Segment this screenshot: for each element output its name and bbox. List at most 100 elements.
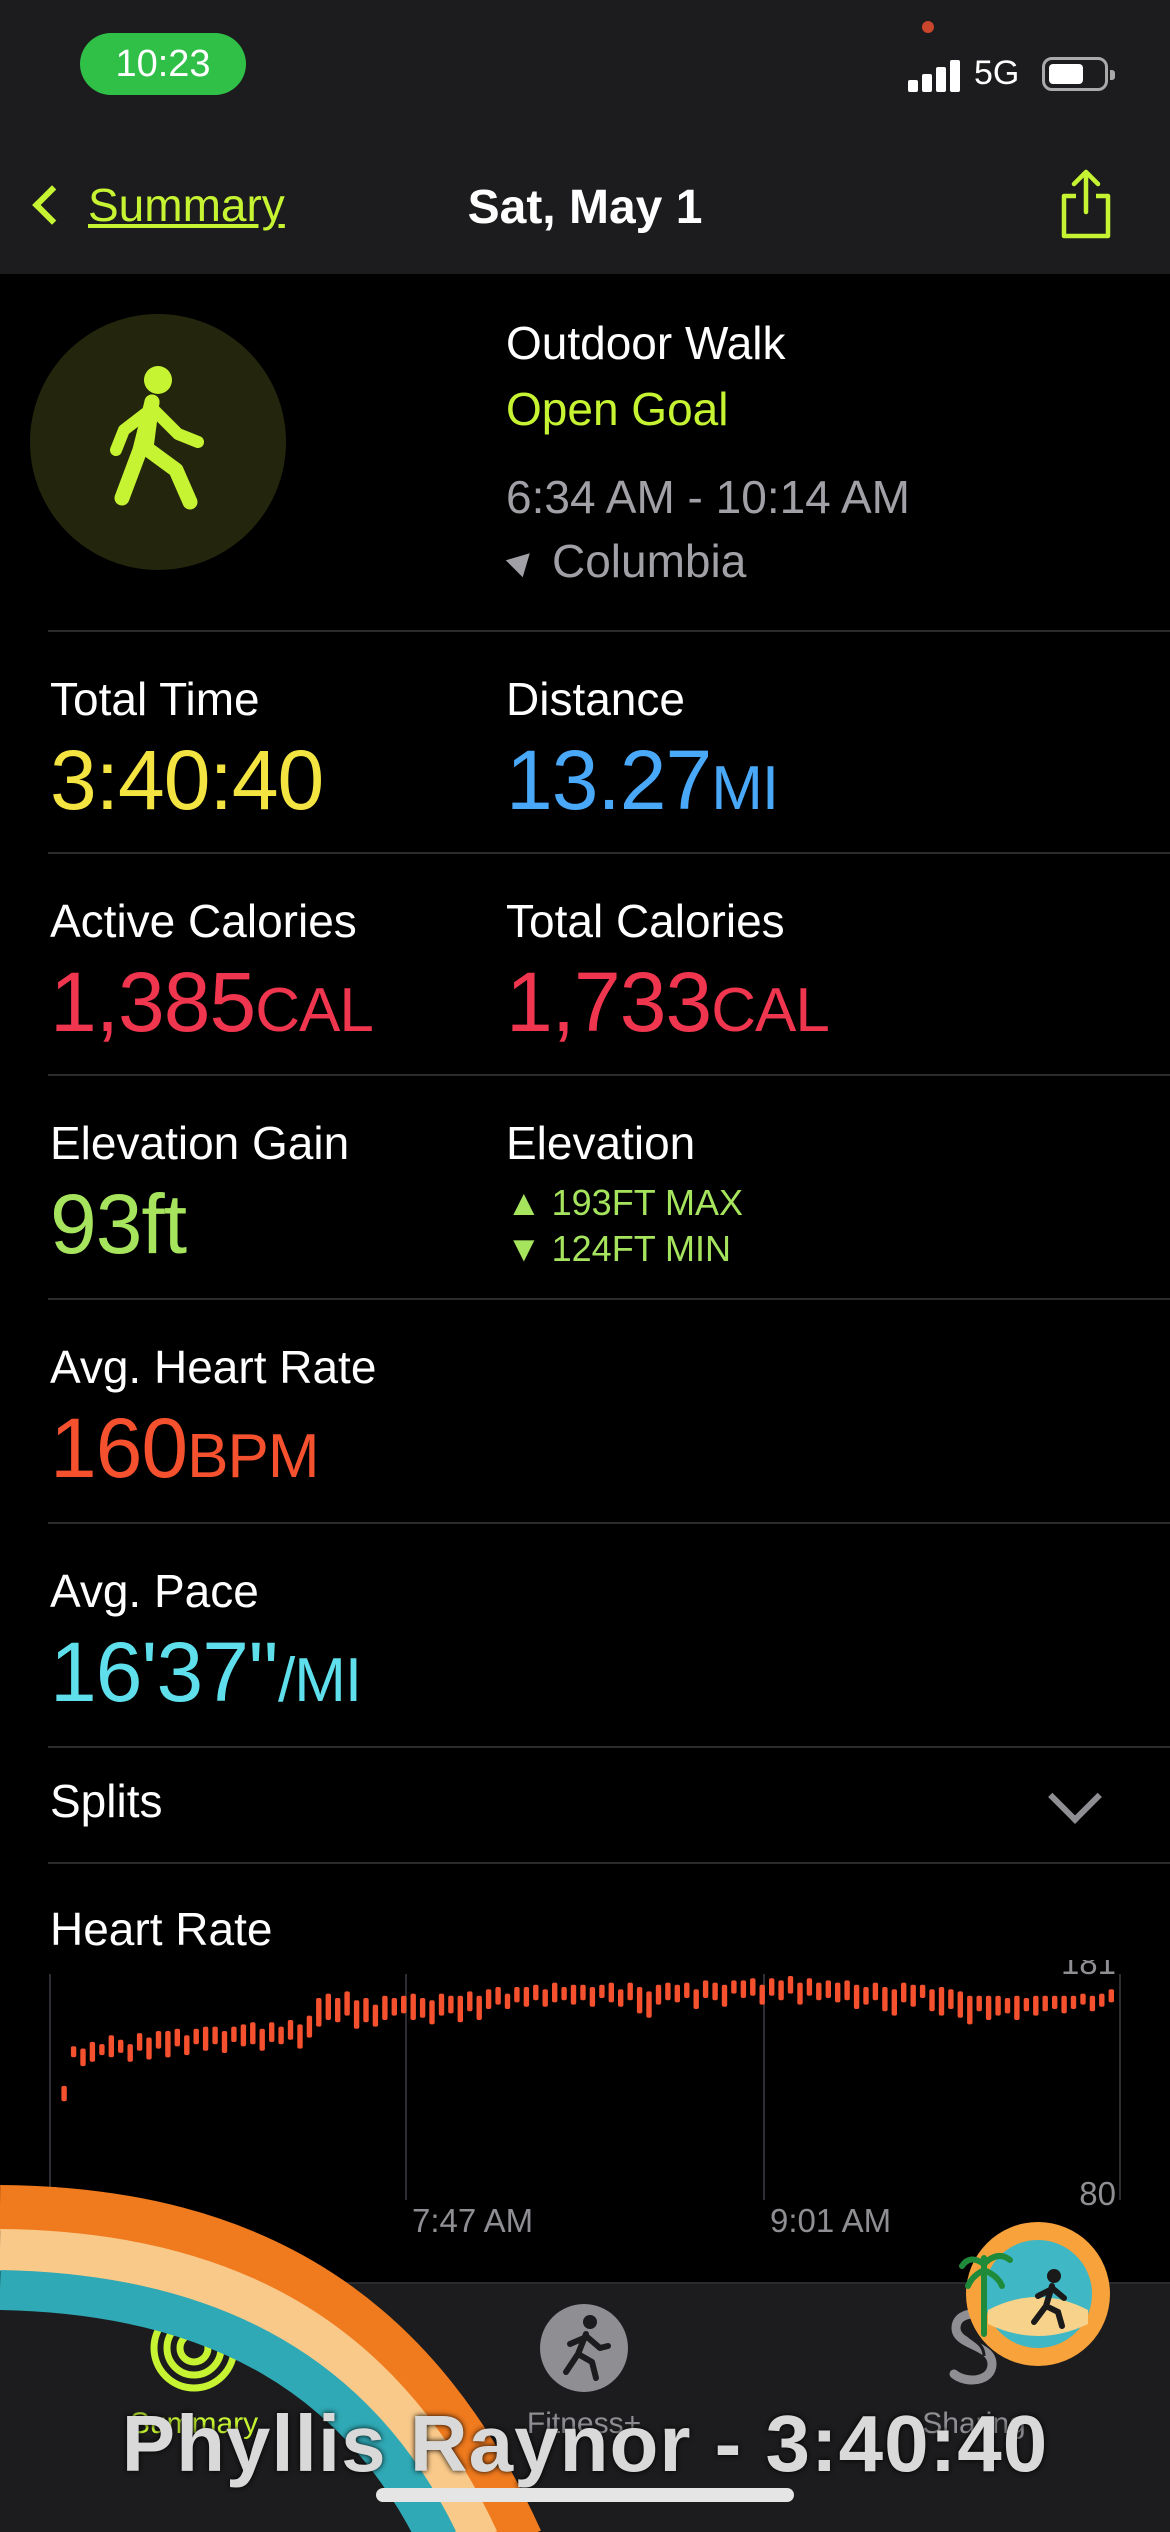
elevation-metric: Elevation ▲ 193FT MAX ▼ 124FT MIN [506,1116,743,1272]
heart-rate-bar [1089,1995,1096,2012]
heart-rate-bar [184,2035,190,2056]
metric-label: Elevation [506,1117,696,1169]
total-time-metric: Total Time 3:40:40 [50,672,324,829]
home-indicator[interactable] [376,2488,794,2502]
avg-heart-rate-metric: Avg. Heart Rate 160BPM [50,1340,376,1497]
heart-rate-bar [825,1980,831,1998]
heart-rate-bar [457,1995,463,2023]
x-tick-label: 9:01 AM [770,2202,891,2239]
heart-rate-bar [316,1998,322,2027]
heart-rate-bar [712,1982,718,2001]
heart-rate-bar [391,1998,397,2016]
heart-rate-bar [882,1987,888,2012]
signal-icon [908,58,964,92]
heart-rate-bar [438,1993,445,2016]
heart-rate-bar [382,1995,388,2020]
heart-rate-bar [476,1995,482,2020]
location-text: Columbia [552,535,747,587]
heart-rate-bar [787,1976,794,1994]
heart-rate-bar [938,1987,945,2016]
heart-rate-bar [957,1991,963,2018]
divider [48,852,1170,854]
active-calories-value: 1,385CAL [50,955,374,1049]
status-bar: 10:23 5G [0,0,1170,140]
heart-rate-max-label: 181 [1061,1960,1116,1981]
heart-rate-bar [1070,1995,1077,2009]
splits-row[interactable]: Splits [50,1774,162,1828]
heart-rate-bar [1061,1995,1067,2014]
heart-rate-bar [599,1984,605,1998]
walking-figure-icon [110,366,204,510]
chevron-down-icon[interactable] [1048,1770,1102,1824]
heart-rate-bar [919,1984,926,1998]
elevation-gain-value: 93ft [50,1177,187,1271]
heart-rate-bar [99,2044,105,2056]
total-time-value: 3:40:40 [50,733,324,827]
metric-label: Distance [506,673,685,725]
heart-rate-bar [561,1987,567,2001]
heart-rate-bar [363,1998,369,2023]
heart-rate-bar [985,1995,992,2020]
avg-pace-value: 16'37''/MI [50,1625,362,1719]
heart-rate-bar [61,2085,67,2102]
heart-rate-bar [816,1982,822,2001]
divider [48,1522,1170,1524]
active-calories-metric: Active Calories 1,385CAL [50,894,374,1051]
privacy-indicator-dot [922,21,934,33]
heart-rate-bar [1014,1995,1020,2020]
status-time[interactable]: 10:23 [80,33,246,95]
workout-header: Outdoor Walk Open Goal 6:34 AM - 10:14 A… [505,316,910,588]
heart-rate-bar [165,2031,171,2058]
heart-rate-bar [325,1993,331,2020]
heart-rate-bar [967,1995,973,2025]
heart-rate-bar [136,2033,143,2051]
heart-rate-bar [552,1982,558,2003]
metric-label: Total Calories [506,895,785,947]
heart-rate-bar [806,1978,813,1996]
divider [48,630,1170,632]
navigation-bar: Summary Sat, May 1 [0,140,1170,274]
heart-rate-bar [89,2041,96,2062]
workout-type-badge [30,314,286,570]
heart-rate-bar [419,1998,426,2018]
heart-rate-bar [901,1982,907,2003]
heart-rate-bar [976,1995,982,2012]
heart-rate-bar [467,1991,473,2012]
total-calories-metric: Total Calories 1,733CAL [506,894,830,1051]
heart-rate-bar [297,2024,303,2049]
heart-rate-bar [1052,1995,1058,2009]
heart-rate-bar [269,2022,275,2042]
heart-rate-bar [250,2022,256,2045]
heart-rate-bar [844,1980,850,2001]
workout-goal: Open Goal [506,383,729,435]
heart-rate-bar [589,1987,596,2007]
distance-metric: Distance 13.27MI [506,672,779,829]
divider [48,1074,1170,1076]
metric-label: Avg. Pace [50,1565,259,1617]
metric-label: Total Time [50,673,260,725]
distance-value: 13.27MI [506,733,779,827]
elevation-gain-metric: Elevation Gain 93ft [50,1116,349,1273]
heart-rate-bar [221,2031,228,2053]
network-type: 5G [974,54,1020,92]
heart-rate-bar [797,1982,803,2005]
heart-rate-bar [1033,1995,1039,2016]
workout-location: Columbia [505,534,910,588]
heart-rate-bar [929,1989,935,2012]
heart-rate-bar [127,2044,133,2062]
heart-rate-bar [108,2035,114,2058]
heart-rate-bar [448,1995,454,2014]
heart-rate-bar [835,1982,841,2003]
metric-label: Active Calories [50,895,357,947]
heart-rate-bar [401,1995,407,2014]
heart-rate-bar [202,2026,209,2051]
heart-rate-bar [1099,1993,1105,2007]
heart-rate-bar [740,1980,747,1998]
heart-rate-bar [306,2015,313,2038]
divider [48,1862,1170,1864]
share-icon[interactable] [1058,168,1114,240]
divider [48,1746,1170,1748]
heart-rate-bar [287,2020,294,2040]
avg-pace-metric: Avg. Pace 16'37''/MI [50,1564,362,1721]
heart-rate-bar [118,2039,124,2053]
